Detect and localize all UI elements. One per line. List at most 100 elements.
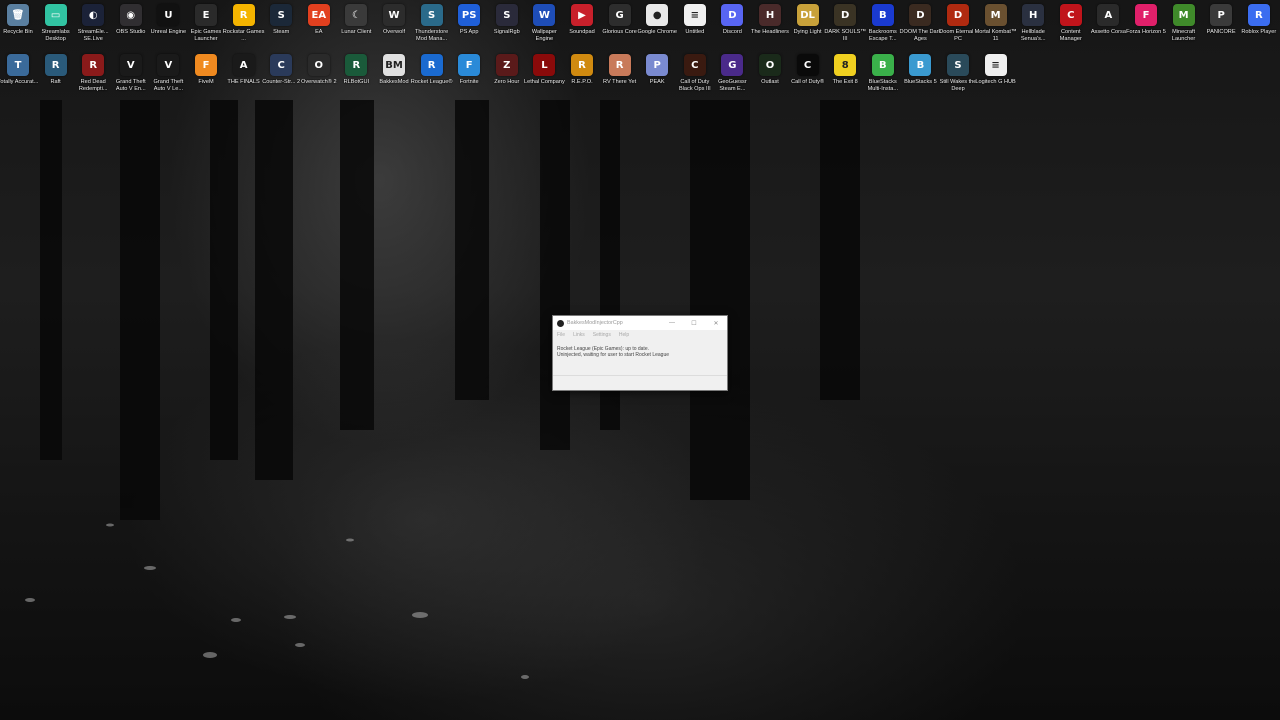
desktop-shortcut[interactable]: T Totally Accurat... bbox=[0, 54, 39, 86]
rocket-league-icon: R bbox=[420, 54, 443, 76]
roblox-icon: R bbox=[1247, 4, 1270, 26]
desktop-shortcut[interactable]: D Discord bbox=[713, 4, 751, 36]
minimize-button[interactable]: — bbox=[661, 316, 683, 330]
desktop-shortcut-label: RV There Yet bbox=[603, 79, 637, 85]
desktop-shortcut[interactable]: C Call of Duty Black Ops III bbox=[676, 54, 714, 93]
desktop-shortcut[interactable]: B BlueStacks Multi-Insta... bbox=[864, 54, 902, 93]
desktop-shortcut-label: Roblox Player bbox=[1241, 29, 1277, 35]
desktop-shortcut[interactable]: O Overwatch® 2 bbox=[300, 54, 338, 86]
desktop-shortcut-label: Rockstar Games ... bbox=[222, 29, 265, 42]
desktop-shortcut[interactable]: H The Headliners bbox=[751, 4, 789, 36]
desktop-shortcut[interactable]: R R.E.P.O. bbox=[563, 54, 601, 86]
desktop-shortcut[interactable]: ◐ StreamEle... SE.Live bbox=[74, 4, 112, 43]
desktop-shortcut[interactable]: B Backrooms Escape T... bbox=[864, 4, 902, 43]
menu-bar: File Links Settings Help bbox=[553, 330, 727, 340]
desktop-shortcut[interactable]: P PEAK bbox=[638, 54, 676, 86]
desktop-shortcut[interactable]: ◉ OBS Studio bbox=[112, 4, 150, 36]
desktop-shortcut[interactable]: ≡ Logitech G HUB bbox=[975, 54, 1016, 86]
desktop-shortcut-label: Call of Duty Black Ops III bbox=[678, 79, 711, 92]
desktop-shortcut[interactable]: S Still Wakes the Deep bbox=[939, 54, 977, 93]
desktop-shortcut[interactable]: ▶ Soundpad bbox=[563, 4, 601, 36]
desktop-shortcut[interactable]: D DOOM The Dark Ages bbox=[899, 4, 941, 43]
desktop-shortcut[interactable]: M Mortal Kombat™ 11 bbox=[975, 4, 1017, 43]
desktop-shortcut[interactable]: BM BakkesMod bbox=[375, 54, 413, 86]
desktop-shortcut[interactable]: S Thunderstore Mod Mana... bbox=[413, 4, 451, 43]
desktop-shortcut[interactable]: ▭ Streamlabs Desktop bbox=[37, 4, 75, 43]
desktop-shortcut[interactable]: C Content Manager bbox=[1052, 4, 1090, 43]
maximize-button[interactable]: ☐ bbox=[683, 316, 705, 330]
document-icon: ≡ bbox=[683, 4, 706, 26]
desktop-shortcut[interactable]: F FiveM bbox=[187, 54, 225, 86]
title-bar[interactable]: BakkesModInjectorCpp — ☐ ✕ bbox=[553, 316, 727, 330]
desktop-shortcut[interactable]: ☾ Lunar Client bbox=[337, 4, 375, 36]
recycle-bin-icon: 🗑 bbox=[7, 4, 29, 26]
desktop-shortcut[interactable]: F Fortnite bbox=[450, 54, 488, 86]
desktop-shortcut-label: BakkesMod bbox=[379, 79, 409, 85]
desktop-shortcut[interactable]: F Forza Horizon 5 bbox=[1126, 4, 1166, 36]
desktop-shortcut[interactable]: L Lethal Company bbox=[524, 54, 565, 86]
desktop-shortcut-label: THE FINALS bbox=[227, 79, 260, 85]
geoguessr-icon: G bbox=[721, 54, 744, 76]
desktop-shortcut[interactable]: O Outlast bbox=[751, 54, 789, 86]
desktop-shortcut[interactable]: R RLBotGUI bbox=[337, 54, 375, 86]
desktop-shortcut[interactable]: W Overwolf bbox=[375, 4, 413, 36]
cod-bo3-icon: C bbox=[683, 54, 706, 76]
desktop-shortcut[interactable]: V Grand Theft Auto V En... bbox=[112, 54, 150, 93]
desktop-shortcut[interactable]: C Call of Duty® bbox=[789, 54, 827, 86]
desktop-shortcut[interactable]: E Epic Games Launcher bbox=[187, 4, 225, 43]
desktop-shortcut[interactable]: D Doom Eternal - PC bbox=[939, 4, 977, 43]
desktop-shortcut-label: BlueStacks 5 bbox=[904, 79, 937, 85]
desktop-shortcut[interactable]: R RV There Yet bbox=[601, 54, 639, 86]
desktop-shortcut[interactable]: G GeoGuessr Steam E... bbox=[713, 54, 751, 93]
menu-settings[interactable]: Settings bbox=[593, 332, 611, 338]
desktop-shortcut-label: Call of Duty® bbox=[791, 79, 825, 85]
desktop-shortcut[interactable]: P PANICORE bbox=[1202, 4, 1240, 36]
desktop-shortcut[interactable]: R Roblox Player bbox=[1240, 4, 1278, 36]
desktop-shortcut[interactable]: R Red Dead Redempti... bbox=[74, 54, 112, 93]
close-button[interactable]: ✕ bbox=[705, 316, 727, 330]
desktop-shortcut[interactable]: S SignalRgb bbox=[488, 4, 526, 36]
desktop-shortcut-label: Hellblade Senua's... bbox=[1020, 29, 1046, 42]
headliners-icon: H bbox=[759, 4, 781, 26]
desktop-shortcut[interactable]: R Rocket League® bbox=[411, 54, 452, 86]
desktop-shortcut[interactable]: ≡ Untitled bbox=[676, 4, 714, 36]
desktop-shortcut[interactable]: R Raft bbox=[37, 54, 75, 86]
desktop-shortcut[interactable]: PS PS App bbox=[450, 4, 488, 36]
desktop-shortcut-label: SignalRgb bbox=[493, 29, 520, 35]
desktop-shortcut[interactable]: B BlueStacks 5 bbox=[901, 54, 939, 86]
epic-games-icon: E bbox=[195, 4, 217, 26]
bakkesmod-injector-window[interactable]: BakkesModInjectorCpp — ☐ ✕ File Links Se… bbox=[552, 315, 728, 391]
still-wakes-icon: S bbox=[947, 54, 969, 76]
desktop-shortcut-label: Fortnite bbox=[459, 79, 479, 85]
desktop-shortcut[interactable]: EA EA bbox=[300, 4, 338, 36]
desktop-shortcut-label: StreamEle... SE.Live bbox=[77, 29, 109, 42]
desktop-shortcut[interactable]: S Steam bbox=[262, 4, 300, 36]
desktop-shortcut-label: Soundpad bbox=[569, 29, 595, 35]
desktop-shortcut[interactable]: R Rockstar Games ... bbox=[222, 4, 265, 43]
desktop-shortcut-label: Totally Accurat... bbox=[0, 79, 39, 85]
desktop-shortcut-label: Dying Light bbox=[793, 29, 822, 35]
desktop-shortcut-label: Doom Eternal - PC bbox=[939, 29, 977, 42]
desktop-shortcut[interactable]: 🗑 Recycle Bin bbox=[0, 4, 37, 36]
desktop-shortcut[interactable]: ● Google Chrome bbox=[637, 4, 677, 36]
desktop-shortcut[interactable]: G Glorious Core bbox=[601, 4, 639, 36]
desktop-shortcut[interactable]: V Grand Theft Auto V Le... bbox=[149, 54, 187, 93]
desktop-shortcut[interactable]: M Minecraft Launcher bbox=[1165, 4, 1203, 43]
desktop-shortcut[interactable]: H Hellblade Senua's... bbox=[1014, 4, 1052, 43]
fortnite-icon: F bbox=[458, 54, 481, 76]
menu-help[interactable]: Help bbox=[619, 332, 629, 338]
desktop-shortcut[interactable]: U Unreal Engine bbox=[149, 4, 187, 36]
desktop-shortcut[interactable]: A THE FINALS bbox=[225, 54, 263, 86]
desktop-shortcut[interactable]: Z Zero Hour bbox=[488, 54, 526, 86]
desktop-shortcut[interactable]: 8 The Exit 8 bbox=[826, 54, 864, 86]
desktop-shortcut[interactable]: D DARK SOULS™ III bbox=[824, 4, 866, 43]
desktop-shortcut[interactable]: W Wallpaper Engine bbox=[525, 4, 563, 43]
discord-icon: D bbox=[721, 4, 744, 26]
desktop-shortcut[interactable]: A Assetto Corsa bbox=[1089, 4, 1127, 36]
desktop-shortcut[interactable]: C Counter-Str... 2 bbox=[262, 54, 300, 86]
menu-links[interactable]: Links bbox=[573, 332, 585, 338]
desktop-shortcut-label: Google Chrome bbox=[637, 29, 677, 35]
desktop-shortcut[interactable]: DL Dying Light bbox=[789, 4, 827, 36]
desktop-shortcut-label: Content Manager bbox=[1059, 29, 1082, 42]
menu-file[interactable]: File bbox=[557, 332, 565, 338]
